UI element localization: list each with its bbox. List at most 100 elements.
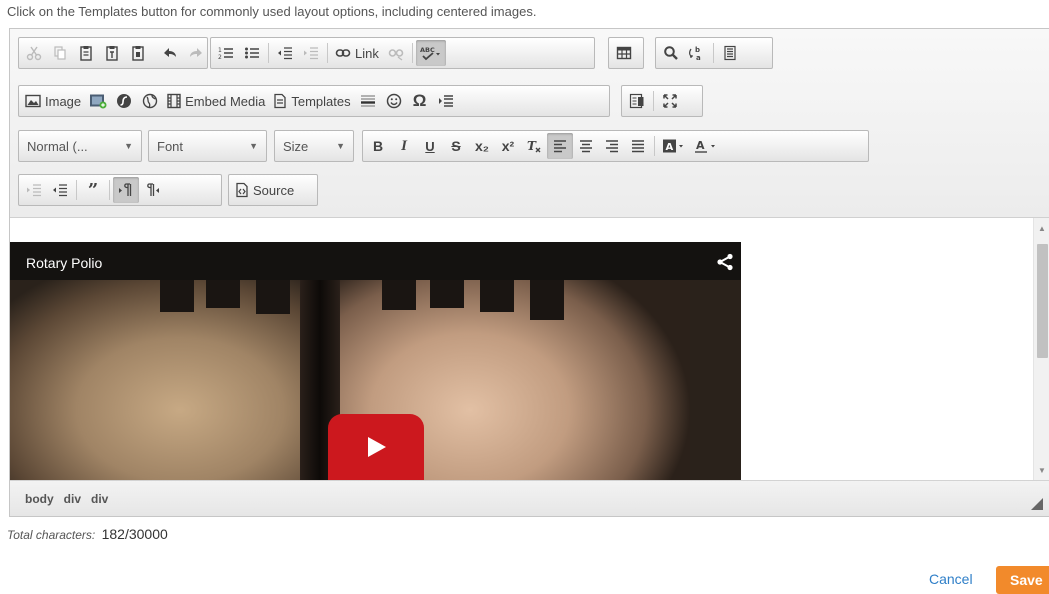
strikethrough-button[interactable]: S	[443, 133, 469, 159]
list-link-group: 12 Link ABC	[210, 37, 595, 69]
play-button[interactable]	[328, 414, 424, 480]
flash-icon[interactable]	[111, 88, 137, 114]
size-select[interactable]: Size ▼	[274, 130, 354, 162]
film-icon	[167, 93, 181, 109]
template-icon	[274, 93, 287, 109]
embedded-video[interactable]: Rotary Polio	[10, 242, 741, 480]
resize-handle-icon[interactable]	[1031, 498, 1043, 510]
image-button[interactable]: Image	[21, 88, 85, 114]
templates-button[interactable]: Templates	[269, 88, 354, 114]
block-group: ”	[18, 174, 222, 206]
svg-text:1: 1	[218, 47, 222, 54]
save-button[interactable]: Save	[996, 566, 1049, 594]
source-group: Source	[228, 174, 318, 206]
view-group	[621, 85, 703, 117]
table-group	[608, 37, 644, 69]
cut-icon[interactable]	[21, 40, 47, 66]
path-item[interactable]: div	[64, 492, 81, 506]
svg-text:T: T	[527, 139, 537, 153]
svg-text:A: A	[666, 142, 674, 153]
element-path-bar: body div div	[10, 480, 1049, 516]
source-label: Source	[253, 182, 295, 198]
align-left-icon[interactable]	[547, 133, 573, 159]
unlink-icon[interactable]	[383, 40, 409, 66]
outdent-icon[interactable]	[21, 177, 47, 203]
video-title[interactable]: Rotary Polio	[26, 255, 102, 271]
svg-text:A: A	[696, 139, 705, 152]
separator	[653, 91, 654, 111]
paste-word-icon[interactable]	[125, 40, 151, 66]
path-item[interactable]: body	[25, 492, 54, 506]
clipboard-group	[18, 37, 208, 69]
iframe-globe-icon[interactable]	[137, 88, 163, 114]
embed-media-label: Embed Media	[185, 93, 266, 109]
indent-icon[interactable]	[47, 177, 73, 203]
share-icon[interactable]	[716, 253, 734, 271]
image-icon	[25, 94, 41, 108]
page-break-icon[interactable]	[433, 88, 459, 114]
underline-button[interactable]: U	[417, 133, 443, 159]
redo-icon[interactable]	[183, 40, 209, 66]
link-button[interactable]: Link	[331, 40, 383, 66]
rtl-icon[interactable]	[139, 177, 165, 203]
cancel-link[interactable]: Cancel	[929, 571, 973, 587]
bold-button[interactable]: B	[365, 133, 391, 159]
font-select[interactable]: Font ▼	[148, 130, 267, 162]
decrease-indent-icon[interactable]	[272, 40, 298, 66]
source-button[interactable]: Source	[231, 177, 298, 203]
format-select[interactable]: Normal (... ▼	[18, 130, 142, 162]
align-right-icon[interactable]	[599, 133, 625, 159]
templates-label: Templates	[291, 93, 351, 109]
special-char-icon[interactable]: Ω	[407, 88, 433, 114]
scrollbar-thumb[interactable]	[1037, 244, 1048, 358]
character-count-value: 182/30000	[101, 526, 168, 542]
image-manager-icon[interactable]	[85, 88, 111, 114]
bulleted-list-icon[interactable]	[239, 40, 265, 66]
smiley-icon[interactable]	[381, 88, 407, 114]
maximize-icon[interactable]	[657, 88, 683, 114]
replace-icon[interactable]: ba	[684, 40, 710, 66]
svg-text:b: b	[695, 46, 700, 54]
spellcheck-icon[interactable]: ABC	[415, 40, 446, 66]
separator	[327, 43, 328, 63]
table-icon[interactable]	[611, 40, 637, 66]
find-icon[interactable]	[658, 40, 684, 66]
character-count-label: Total characters:	[7, 528, 96, 542]
show-blocks-icon[interactable]	[624, 88, 650, 114]
align-center-icon[interactable]	[573, 133, 599, 159]
text-color-icon[interactable]: A	[690, 133, 722, 159]
editor-content[interactable]: Rotary Polio	[10, 218, 1033, 480]
paste-text-icon[interactable]	[99, 40, 125, 66]
increase-indent-icon[interactable]	[298, 40, 324, 66]
link-icon	[335, 49, 351, 57]
horizontal-line-icon[interactable]	[355, 88, 381, 114]
format-group: B I U S x₂ x² T A A	[362, 130, 869, 162]
separator	[411, 43, 413, 63]
remove-format-icon[interactable]: T	[521, 133, 547, 159]
scroll-down-icon[interactable]: ▼	[1034, 462, 1049, 478]
copy-icon[interactable]	[47, 40, 73, 66]
scroll-up-icon[interactable]: ▲	[1034, 220, 1049, 236]
content-scrollbar[interactable]: ▲ ▼	[1033, 218, 1049, 480]
undo-icon[interactable]	[157, 40, 183, 66]
numbered-list-icon[interactable]: 12	[213, 40, 239, 66]
source-icon	[236, 182, 248, 198]
size-select-value: Size	[283, 138, 309, 154]
separator	[654, 136, 655, 156]
superscript-button[interactable]: x²	[495, 133, 521, 159]
path-item[interactable]: div	[91, 492, 108, 506]
italic-button[interactable]: I	[391, 133, 417, 159]
rich-text-editor: 12 Link ABC b a Image Embed Media Templa…	[9, 28, 1049, 517]
blockquote-icon[interactable]: ”	[80, 177, 106, 203]
background-color-icon[interactable]: A	[658, 133, 690, 159]
subscript-button[interactable]: x₂	[469, 133, 495, 159]
find-group: ba	[655, 37, 773, 69]
select-all-icon[interactable]	[717, 40, 743, 66]
paste-icon[interactable]	[73, 40, 99, 66]
ltr-icon[interactable]	[113, 177, 139, 203]
embed-media-button[interactable]: Embed Media	[163, 88, 269, 114]
editor-toolbar: 12 Link ABC b a Image Embed Media Templa…	[10, 29, 1049, 218]
separator	[109, 180, 110, 200]
image-label: Image	[45, 93, 82, 109]
justify-icon[interactable]	[625, 133, 651, 159]
